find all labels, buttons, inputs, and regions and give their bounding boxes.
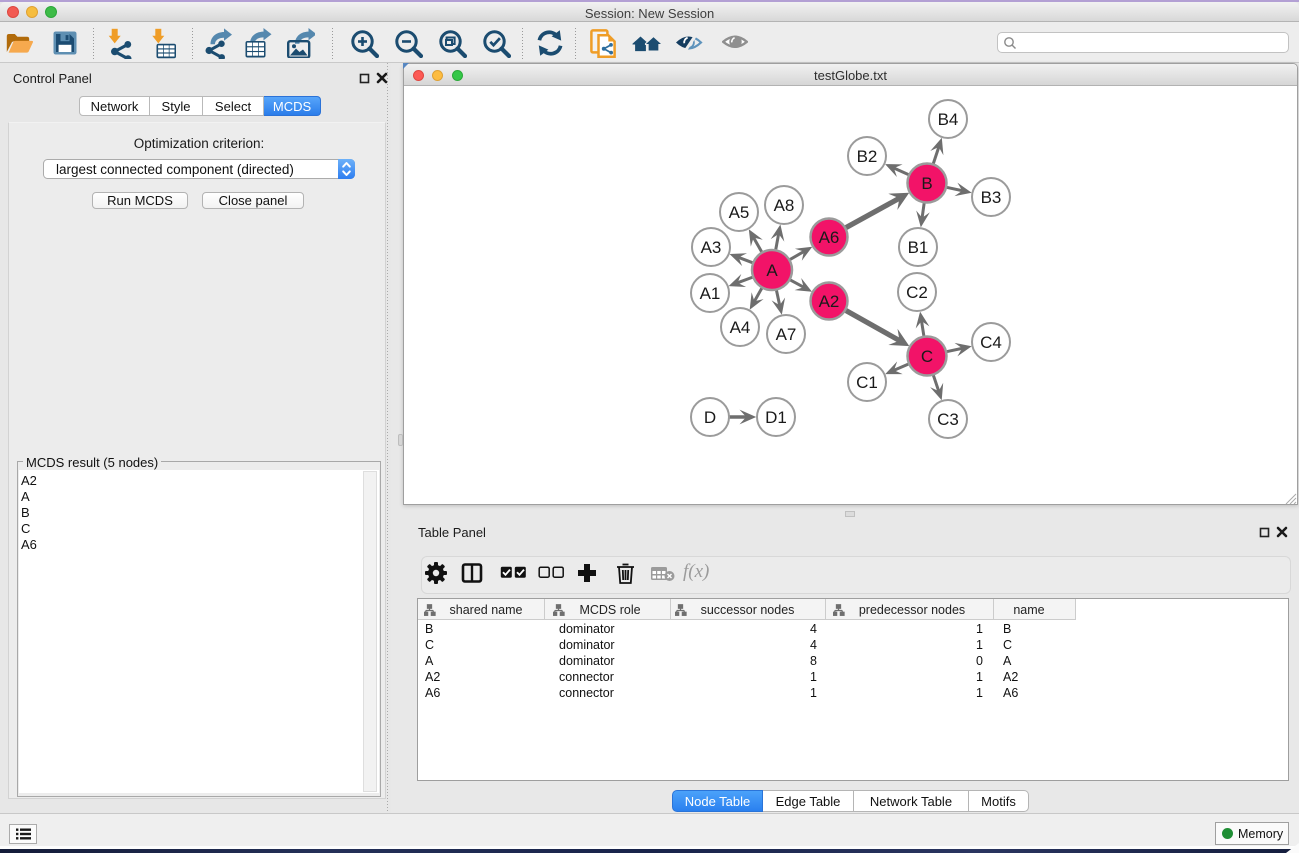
svg-text:C1: C1: [856, 373, 878, 392]
svg-text:A1: A1: [700, 284, 721, 303]
svg-text:A5: A5: [729, 203, 750, 222]
svg-text:A8: A8: [774, 196, 795, 215]
svg-text:A7: A7: [776, 325, 797, 344]
svg-text:D: D: [704, 408, 716, 427]
svg-text:B1: B1: [908, 238, 929, 257]
svg-text:C: C: [921, 347, 933, 366]
svg-text:B: B: [921, 174, 932, 193]
svg-text:A6: A6: [819, 228, 840, 247]
svg-text:A: A: [766, 261, 778, 280]
svg-text:A3: A3: [701, 238, 722, 257]
svg-text:B2: B2: [857, 147, 878, 166]
svg-text:B4: B4: [938, 110, 959, 129]
svg-text:C3: C3: [937, 410, 959, 429]
svg-text:A2: A2: [819, 292, 840, 311]
svg-text:B3: B3: [981, 188, 1002, 207]
svg-text:C4: C4: [980, 333, 1002, 352]
svg-text:A4: A4: [730, 318, 751, 337]
svg-text:D1: D1: [765, 408, 787, 427]
svg-text:C2: C2: [906, 283, 928, 302]
